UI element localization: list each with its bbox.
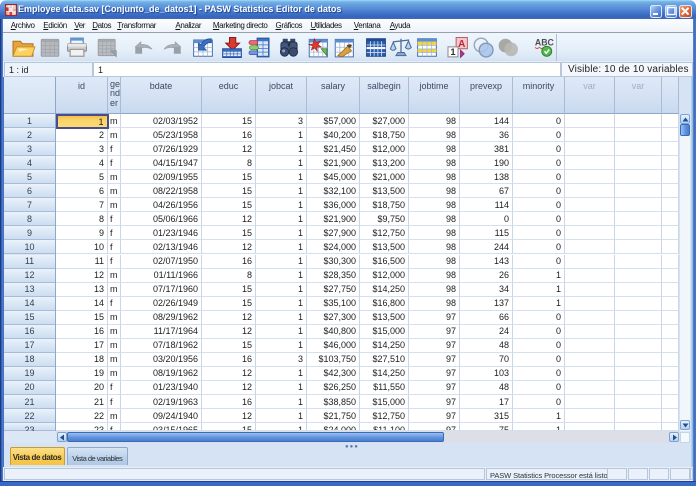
svg-text:ABC: ABC: [535, 38, 555, 48]
svg-text:1: 1: [450, 47, 455, 57]
svg-text:A: A: [458, 39, 465, 50]
